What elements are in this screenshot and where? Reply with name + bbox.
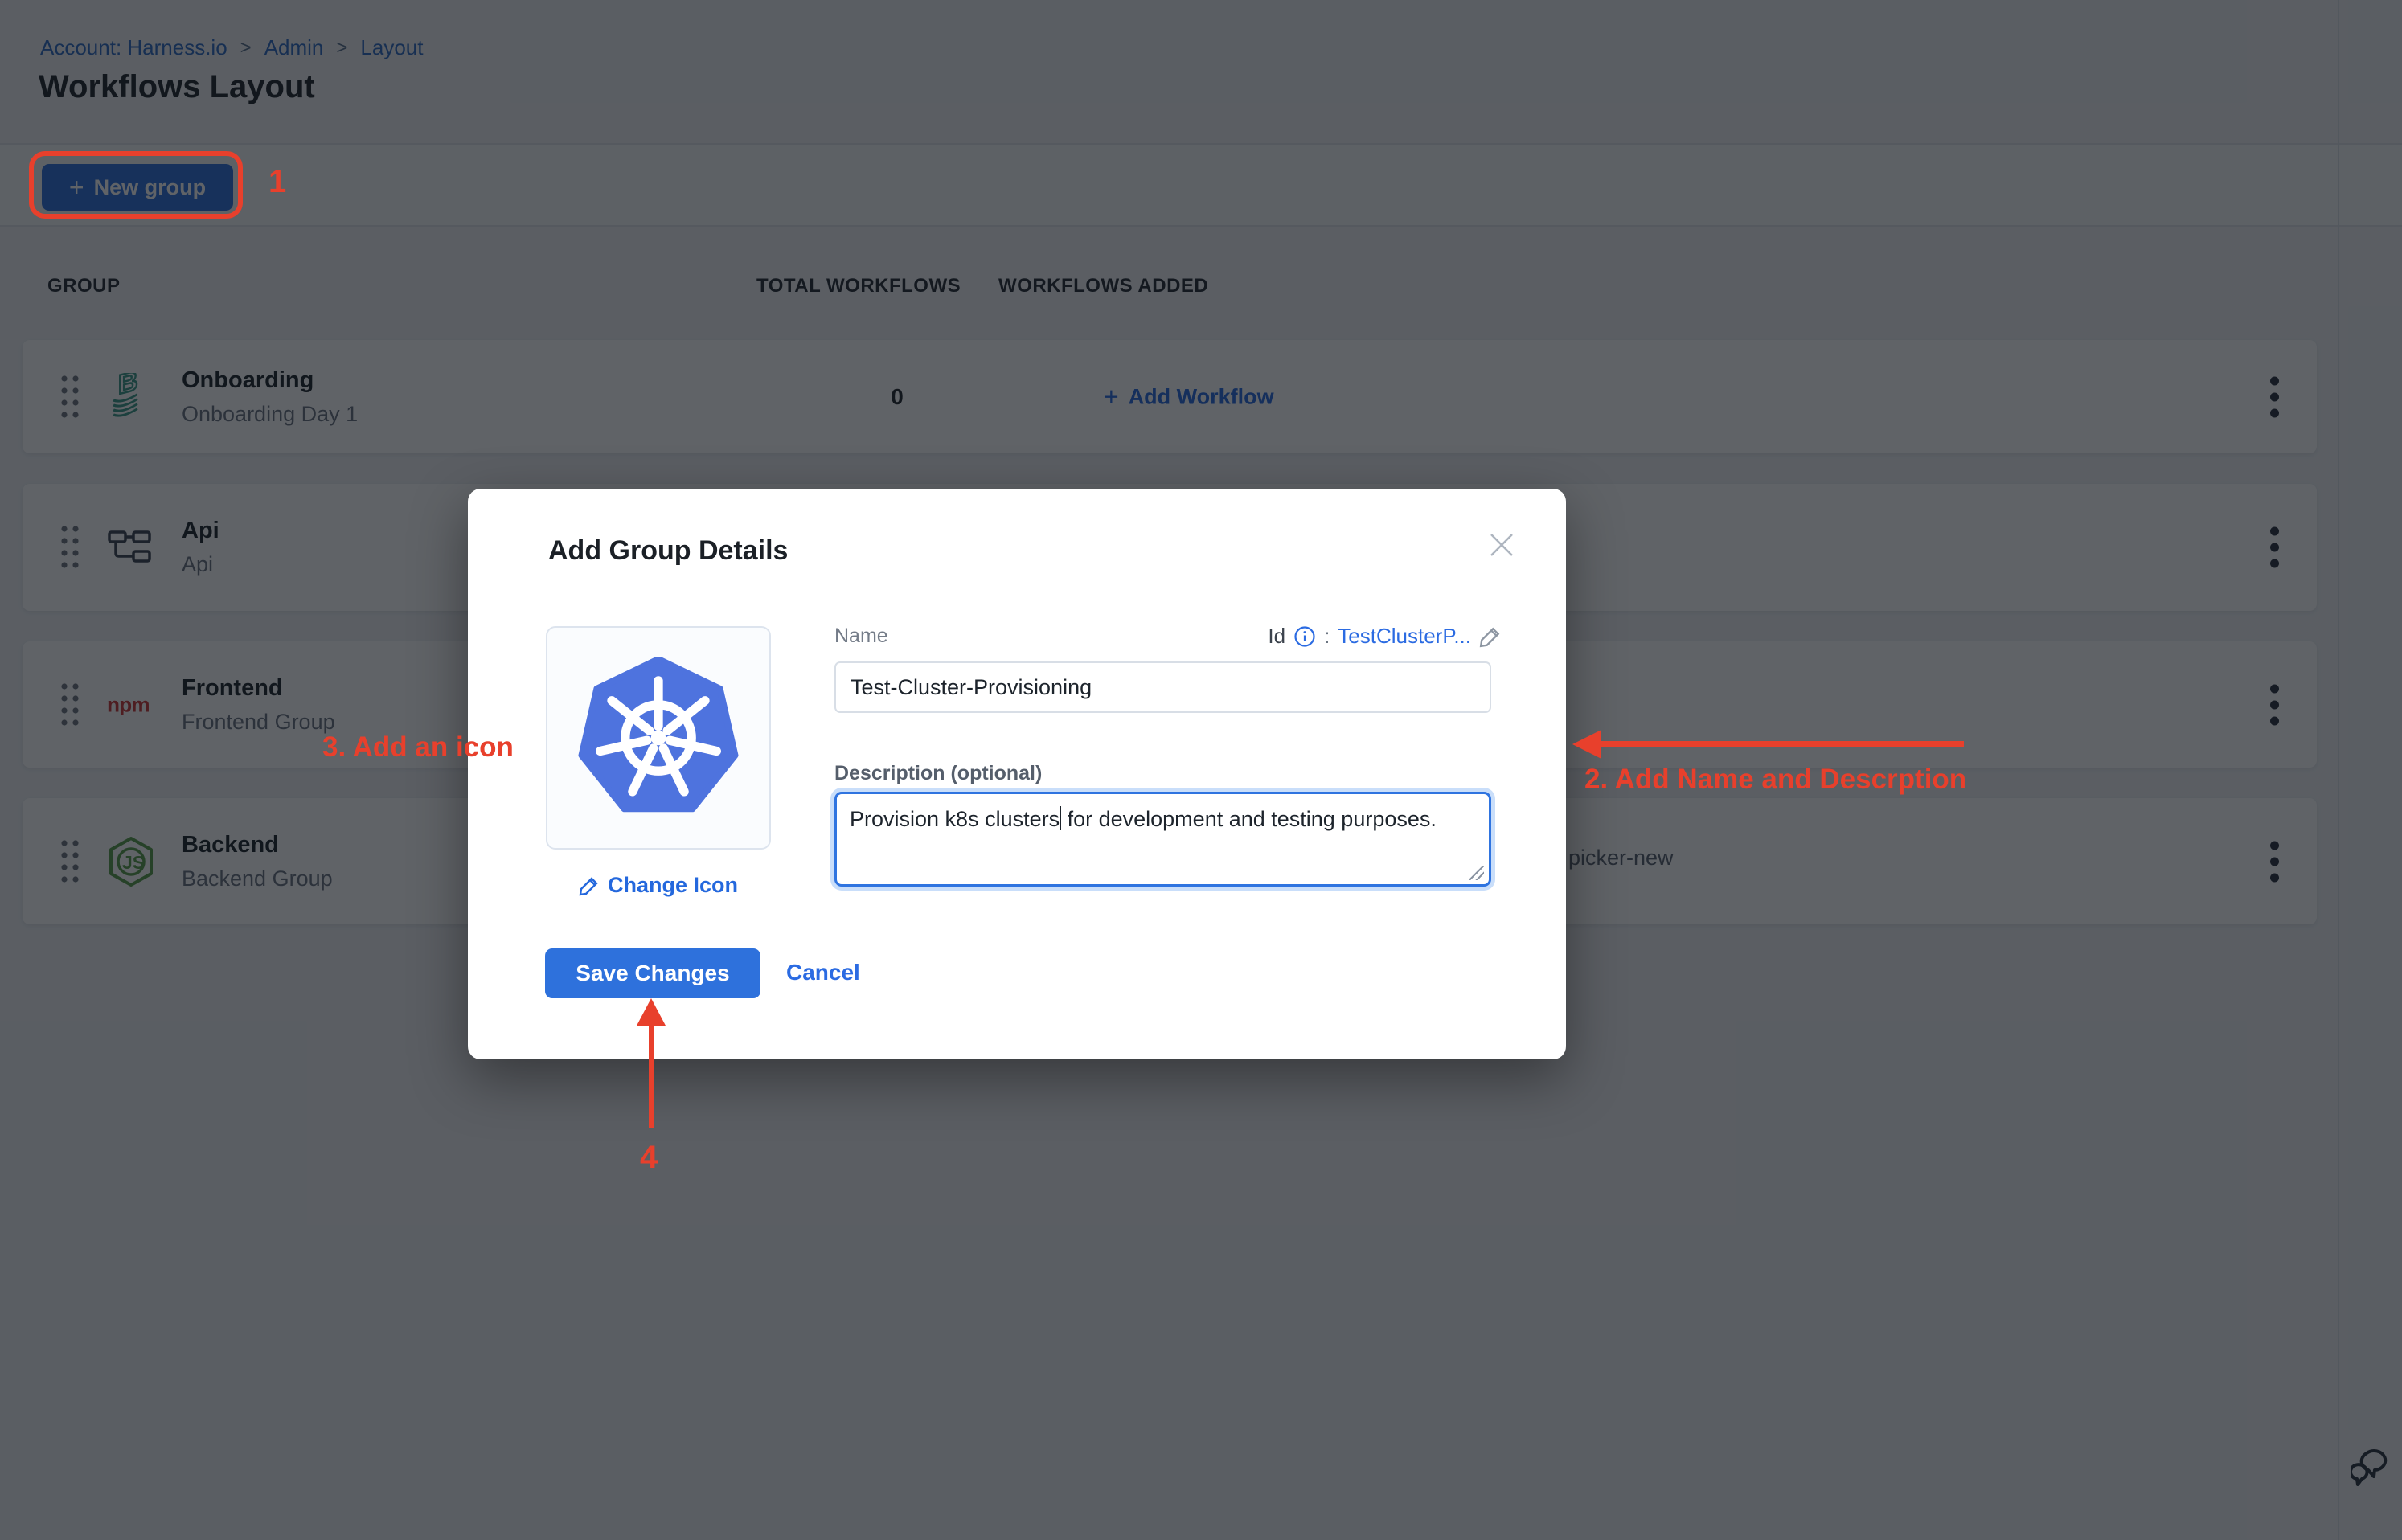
textarea-resize-handle[interactable] [1469,866,1484,880]
cancel-button[interactable]: Cancel [786,960,860,985]
edit-id-pencil-icon[interactable] [1479,625,1502,648]
kubernetes-icon [576,657,741,818]
close-icon[interactable] [1484,527,1519,563]
annotation-step-4: 4 [640,1140,658,1176]
save-changes-button[interactable]: Save Changes [545,948,760,998]
description-textarea[interactable]: Provision k8s clusters for development a… [834,792,1491,887]
change-icon-button[interactable]: Change Icon [546,873,771,898]
id-label: Id [1268,624,1285,649]
annotation-arrow-left-icon [1600,741,1964,747]
add-group-details-modal: Add Group Details Change Icon Name [468,489,1566,1059]
group-icon-preview[interactable] [546,626,771,850]
annotation-arrow-up-icon [649,1014,654,1128]
description-label: Description (optional) [834,762,1042,785]
annotation-arrowhead-left-icon [1572,730,1601,759]
info-icon[interactable] [1293,625,1316,648]
change-icon-label: Change Icon [608,873,738,898]
description-text-before-caret: Provision k8s clusters [850,807,1060,831]
annotation-step-3: 3. Add an icon [322,731,514,764]
description-text-after-caret: for development and testing purposes. [1061,807,1437,831]
id-value[interactable]: TestClusterP... [1338,624,1471,649]
id-colon: : [1324,624,1330,649]
modal-title: Add Group Details [548,535,788,567]
annotation-step-1: 1 [268,164,286,200]
annotation-arrowhead-up-icon [637,998,666,1026]
annotation-step-2: 2. Add Name and Descrption [1584,764,1966,796]
name-label: Name [834,625,888,648]
group-name-input[interactable] [834,661,1491,713]
pencil-icon [579,875,600,896]
